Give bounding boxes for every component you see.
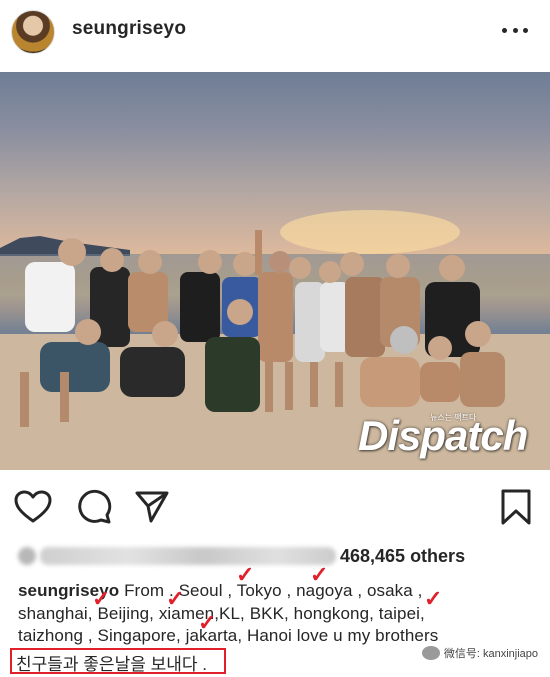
likes-count: 468,465 others [340, 545, 466, 566]
red-check-mark: ✓ [166, 586, 185, 611]
post-username[interactable]: seungriseyo [72, 18, 186, 40]
dispatch-tagline: 뉴스는 팩트다 [430, 413, 477, 422]
bookmark-icon[interactable] [500, 488, 532, 526]
wechat-watermark: 微信号: kanxinjiapo [421, 645, 538, 661]
post-photo[interactable] [0, 72, 550, 470]
heart-icon[interactable] [14, 490, 52, 524]
post-actions [0, 484, 550, 528]
blurred-avatar [18, 547, 36, 565]
avatar[interactable] [11, 10, 55, 54]
red-check-mark: ✓ [424, 586, 443, 611]
wechat-id: 微信号: kanxinjiapo [443, 648, 538, 660]
more-dots-icon[interactable] [502, 20, 528, 40]
group-photo-illustration [0, 210, 550, 470]
comment-icon[interactable] [76, 489, 112, 525]
red-check-mark: ✓ [92, 586, 111, 611]
send-icon[interactable] [134, 489, 170, 525]
blurred-liker-names [40, 547, 336, 565]
red-check-mark: ✓ [198, 610, 217, 635]
caption-korean: 친구들과 좋은날을 보내다 . [16, 655, 207, 674]
red-check-mark: ✓ [310, 562, 329, 587]
red-check-mark: ✓ [236, 562, 255, 587]
post-header: seungriseyo [0, 0, 550, 64]
wechat-icon [421, 646, 440, 660]
